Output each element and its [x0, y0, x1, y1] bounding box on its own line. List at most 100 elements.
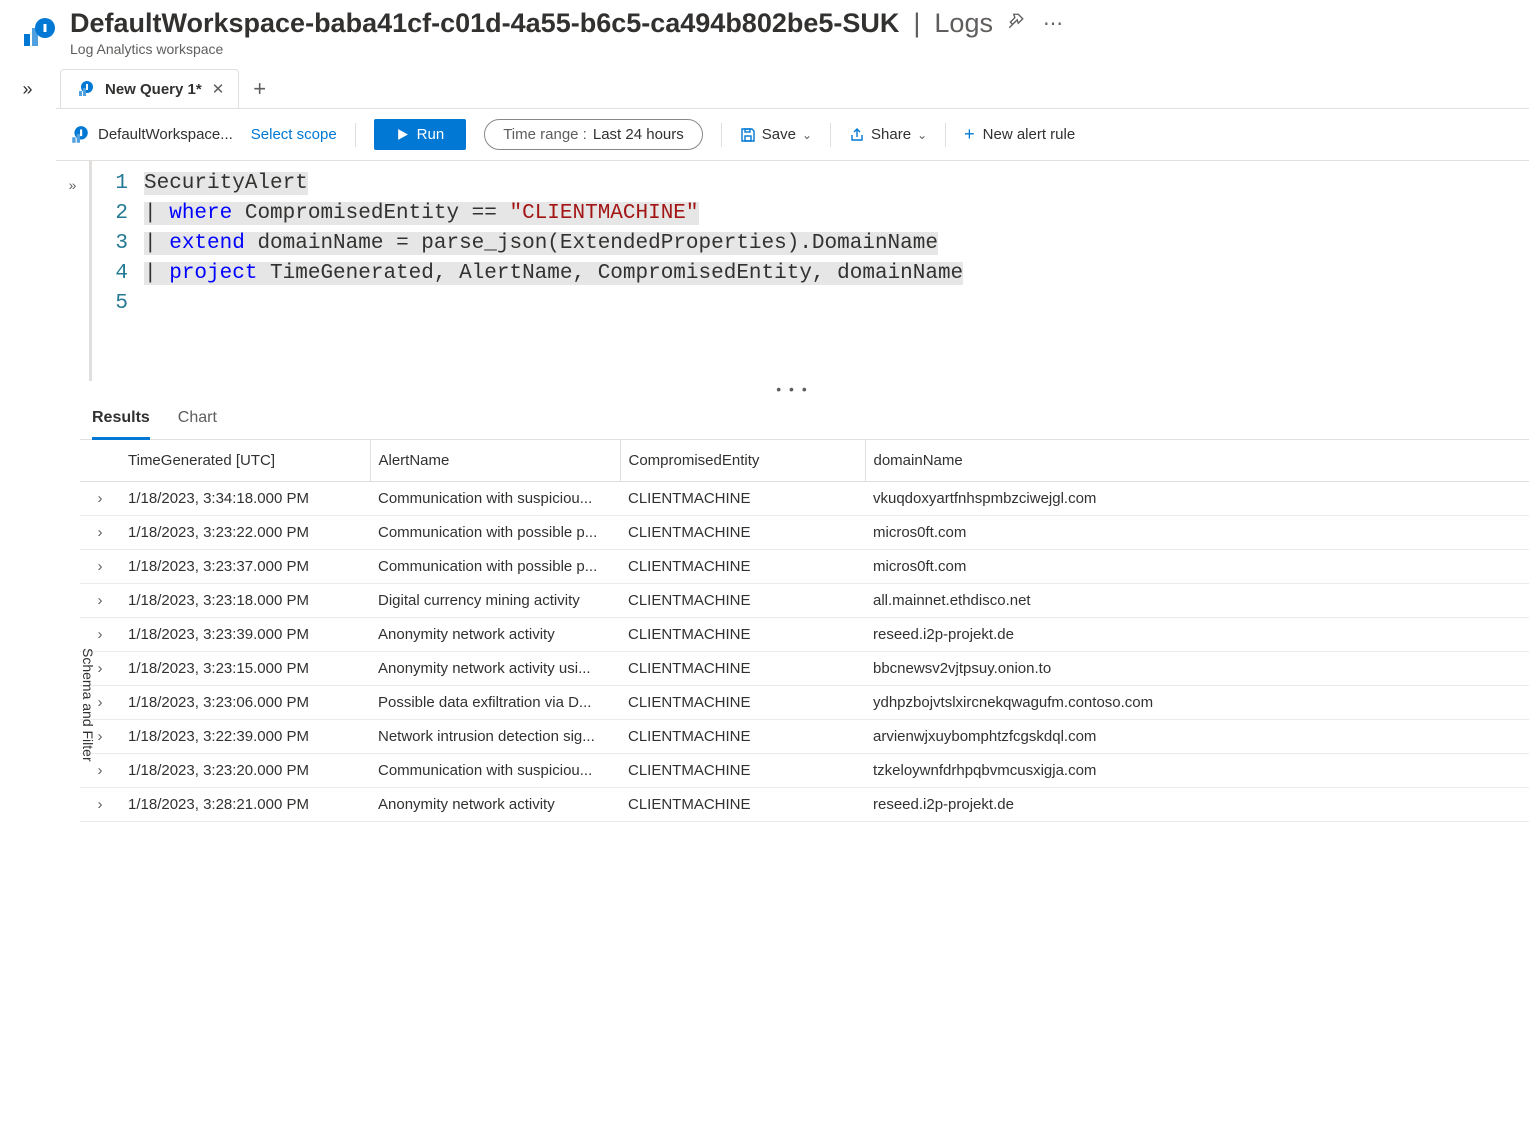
expand-rail-icon[interactable]: »: [18, 75, 36, 104]
code-line: 4| project TimeGenerated, AlertName, Com…: [92, 259, 1529, 289]
line-number: 3: [92, 229, 144, 259]
scope-picker[interactable]: DefaultWorkspace...: [70, 125, 233, 145]
tab-chart[interactable]: Chart: [178, 409, 217, 439]
expand-row-icon[interactable]: ›: [80, 482, 120, 516]
page-header: DefaultWorkspace-baba41cf-c01d-4a55-b6c5…: [0, 0, 1529, 67]
cell-alert: Communication with suspiciou...: [370, 754, 620, 788]
toolbar-separator: [355, 123, 356, 147]
close-tab-icon[interactable]: ✕: [212, 80, 225, 98]
select-scope-link[interactable]: Select scope: [251, 126, 337, 143]
new-alert-label: New alert rule: [983, 126, 1076, 143]
pin-icon[interactable]: [1007, 12, 1025, 35]
query-tab-active[interactable]: New Query 1* ✕: [60, 69, 239, 108]
cell-time: 1/18/2023, 3:23:06.000 PM: [120, 686, 370, 720]
table-row[interactable]: ›1/18/2023, 3:28:21.000 PMAnonymity netw…: [80, 788, 1529, 822]
expand-row-icon[interactable]: ›: [80, 550, 120, 584]
chevron-down-icon: ⌄: [917, 128, 927, 142]
code-text: | project TimeGenerated, AlertName, Comp…: [144, 259, 963, 289]
cell-alert: Communication with possible p...: [370, 550, 620, 584]
run-button[interactable]: Run: [374, 119, 467, 150]
line-number: 2: [92, 199, 144, 229]
cell-ce: CLIENTMACHINE: [620, 482, 865, 516]
cell-time: 1/18/2023, 3:28:21.000 PM: [120, 788, 370, 822]
expand-row-icon[interactable]: ›: [80, 584, 120, 618]
cell-time: 1/18/2023, 3:23:18.000 PM: [120, 584, 370, 618]
save-label: Save: [762, 126, 796, 143]
expand-row-icon[interactable]: ›: [80, 516, 120, 550]
cell-ce: CLIENTMACHINE: [620, 720, 865, 754]
title-separator: |: [913, 8, 920, 39]
cell-ce: CLIENTMACHINE: [620, 686, 865, 720]
schema-sidebar-collapsed: »: [56, 161, 92, 381]
code-text: | extend domainName = parse_json(Extende…: [144, 229, 938, 259]
share-button[interactable]: Share ⌄: [849, 126, 927, 143]
table-row[interactable]: ›1/18/2023, 3:23:18.000 PMDigital curren…: [80, 584, 1529, 618]
page-section: Logs: [934, 8, 993, 39]
page-subtitle: Log Analytics workspace: [70, 41, 1509, 57]
toolbar-separator: [830, 123, 831, 147]
plus-icon: +: [964, 124, 975, 145]
cell-alert: Anonymity network activity usi...: [370, 652, 620, 686]
table-row[interactable]: ›1/18/2023, 3:23:20.000 PMCommunication …: [80, 754, 1529, 788]
table-row[interactable]: ›1/18/2023, 3:23:15.000 PMAnonymity netw…: [80, 652, 1529, 686]
cell-dn: reseed.i2p-projekt.de: [865, 788, 1529, 822]
cell-ce: CLIENTMACHINE: [620, 550, 865, 584]
pane-splitter[interactable]: • • •: [56, 381, 1529, 399]
cell-dn: ydhpzbojvtslxircnekqwagufm.contoso.com: [865, 686, 1529, 720]
column-header-time[interactable]: TimeGenerated [UTC]: [120, 440, 370, 482]
table-row[interactable]: ›1/18/2023, 3:23:06.000 PMPossible data …: [80, 686, 1529, 720]
table-row[interactable]: ›1/18/2023, 3:34:18.000 PMCommunication …: [80, 482, 1529, 516]
cell-dn: reseed.i2p-projekt.de: [865, 618, 1529, 652]
cell-ce: CLIENTMACHINE: [620, 516, 865, 550]
cell-ce: CLIENTMACHINE: [620, 788, 865, 822]
code-text: | where CompromisedEntity == "CLIENTMACH…: [144, 199, 699, 229]
cell-dn: micros0ft.com: [865, 516, 1529, 550]
code-line: 3| extend domainName = parse_json(Extend…: [92, 229, 1529, 259]
chevron-down-icon: ⌄: [802, 128, 812, 142]
more-icon[interactable]: ⋯: [1043, 11, 1063, 36]
cell-dn: tzkeloywnfdrhpqbvmcusxigja.com: [865, 754, 1529, 788]
cell-time: 1/18/2023, 3:23:39.000 PM: [120, 618, 370, 652]
new-alert-button[interactable]: + New alert rule: [964, 124, 1075, 145]
play-icon: [396, 128, 409, 141]
save-button[interactable]: Save ⌄: [740, 126, 812, 143]
table-row[interactable]: ›1/18/2023, 3:23:37.000 PMCommunication …: [80, 550, 1529, 584]
column-header-compromisedentity[interactable]: CompromisedEntity: [620, 440, 865, 482]
table-row[interactable]: ›1/18/2023, 3:22:39.000 PMNetwork intrus…: [80, 720, 1529, 754]
schema-filter-label[interactable]: Schema and Filter: [80, 640, 96, 770]
column-header-alertname[interactable]: AlertName: [370, 440, 620, 482]
left-rail: »: [0, 67, 56, 822]
save-icon: [740, 127, 756, 143]
code-line: 2| where CompromisedEntity == "CLIENTMAC…: [92, 199, 1529, 229]
query-tabs: New Query 1* ✕ +: [56, 69, 1529, 108]
table-row[interactable]: ›1/18/2023, 3:23:22.000 PMCommunication …: [80, 516, 1529, 550]
cell-dn: arvienwjxuybomphtzfcgskdql.com: [865, 720, 1529, 754]
workspace-scope-icon: [70, 125, 90, 145]
query-editor[interactable]: 1SecurityAlert2| where CompromisedEntity…: [92, 161, 1529, 381]
cell-time: 1/18/2023, 3:34:18.000 PM: [120, 482, 370, 516]
results-pane: Results Chart TimeGenerated [UTC] AlertN…: [56, 399, 1529, 822]
cell-alert: Anonymity network activity: [370, 618, 620, 652]
column-header-domainname[interactable]: domainName: [865, 440, 1529, 482]
time-range-picker[interactable]: Time range : Last 24 hours: [484, 119, 703, 150]
cell-dn: vkuqdoxyartfnhspmbzciwejgl.com: [865, 482, 1529, 516]
new-tab-button[interactable]: +: [239, 70, 280, 108]
code-line: 1SecurityAlert: [92, 169, 1529, 199]
cell-time: 1/18/2023, 3:23:37.000 PM: [120, 550, 370, 584]
cell-time: 1/18/2023, 3:23:15.000 PM: [120, 652, 370, 686]
share-icon: [849, 127, 865, 143]
expand-row-icon[interactable]: ›: [80, 788, 120, 822]
table-row[interactable]: ›1/18/2023, 3:23:39.000 PMAnonymity netw…: [80, 618, 1529, 652]
code-line: 5: [92, 289, 1529, 319]
toolbar-separator: [721, 123, 722, 147]
expand-column-header: [80, 440, 120, 482]
time-range-label: Time range :: [503, 126, 587, 143]
results-tabs: Results Chart: [80, 399, 1529, 440]
run-label: Run: [417, 126, 445, 143]
results-table: TimeGenerated [UTC] AlertName Compromise…: [80, 440, 1529, 822]
cell-ce: CLIENTMACHINE: [620, 754, 865, 788]
cell-dn: micros0ft.com: [865, 550, 1529, 584]
tab-results[interactable]: Results: [92, 409, 150, 440]
expand-schema-icon[interactable]: »: [69, 177, 77, 193]
cell-alert: Digital currency mining activity: [370, 584, 620, 618]
